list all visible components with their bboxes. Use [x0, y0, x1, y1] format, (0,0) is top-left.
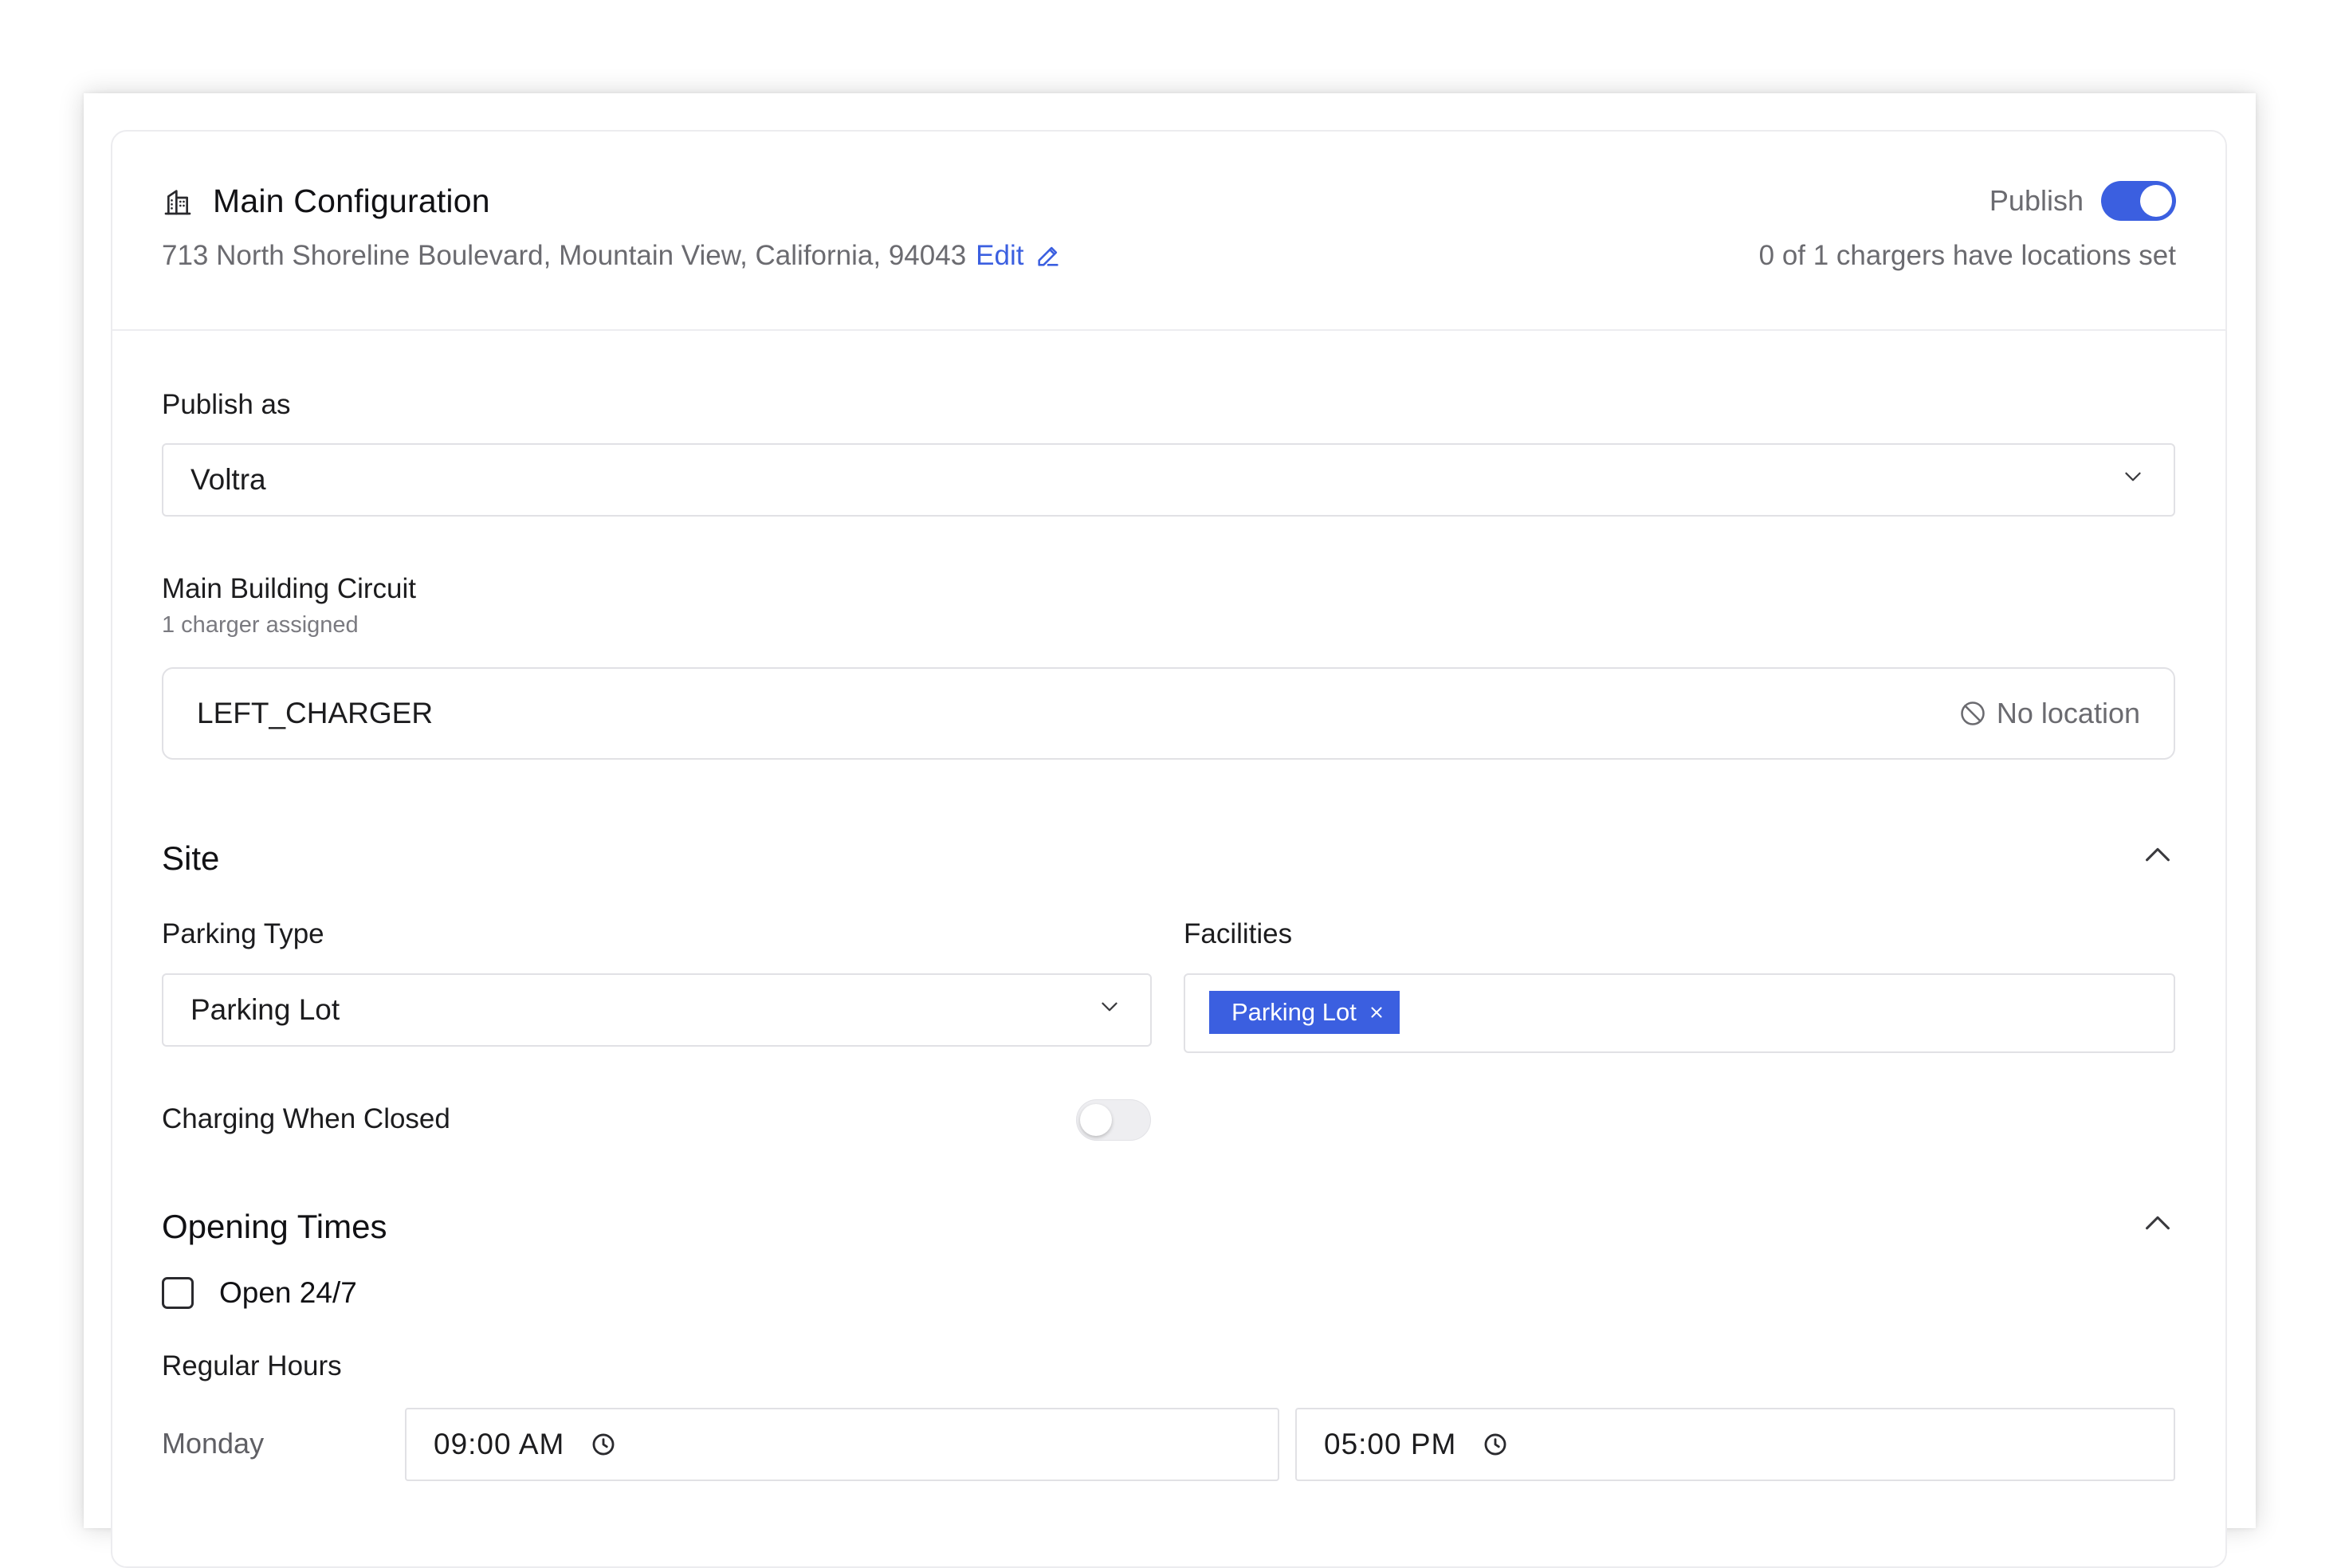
monday-close-time-input[interactable]: 05:00 PM — [1295, 1408, 2175, 1481]
chevron-up-icon — [2139, 837, 2176, 878]
settings-window: Main Configuration 713 North Shoreline B… — [84, 93, 2256, 1568]
opening-times-section-title: Opening Times — [162, 1208, 387, 1245]
parking-type-select[interactable]: Parking Lot — [162, 973, 1152, 1047]
monday-open-time-input[interactable]: 09:00 AM — [405, 1408, 1279, 1481]
publish-row: Publish — [1989, 181, 2176, 221]
building-icon — [162, 186, 194, 218]
charging-when-closed-toggle[interactable] — [1076, 1099, 1151, 1141]
chevron-down-icon — [2119, 463, 2147, 497]
charger-row[interactable]: LEFT_CHARGER No location — [162, 667, 2175, 760]
chevron-down-icon — [1096, 993, 1123, 1028]
page-title: Main Configuration — [213, 183, 490, 219]
parking-type-label: Parking Type — [162, 918, 324, 949]
toggle-knob — [2140, 185, 2172, 217]
edit-address-link[interactable]: Edit — [976, 240, 1023, 272]
day-label-monday: Monday — [162, 1427, 265, 1460]
configuration-card: Main Configuration 713 North Shoreline B… — [111, 130, 2227, 1568]
chevron-up-icon — [2139, 1205, 2176, 1246]
location-status: No location — [1958, 697, 2140, 730]
site-collapse-button[interactable] — [2139, 839, 2176, 875]
open-time-value: 09:00 AM — [434, 1428, 565, 1460]
regular-hours-label: Regular Hours — [162, 1350, 342, 1381]
address-row: 713 North Shoreline Boulevard, Mountain … — [162, 240, 1062, 272]
publish-as-select[interactable]: Voltra — [162, 443, 2175, 517]
chargers-location-status: 0 of 1 chargers have locations set — [1758, 240, 2176, 271]
site-address: 713 North Shoreline Boulevard, Mountain … — [162, 240, 967, 271]
close-time-value: 05:00 PM — [1324, 1428, 1457, 1460]
circuit-charger-count: 1 charger assigned — [162, 612, 359, 638]
publish-label: Publish — [1989, 184, 2084, 217]
title-row: Main Configuration — [162, 183, 490, 220]
close-icon[interactable] — [1368, 1004, 1385, 1021]
card-header: Main Configuration 713 North Shoreline B… — [112, 132, 2225, 331]
facility-tag: Parking Lot — [1209, 991, 1400, 1034]
location-status-text: No location — [1996, 697, 2140, 729]
publish-as-value: Voltra — [191, 463, 266, 496]
facilities-label: Facilities — [1184, 918, 1293, 949]
charging-when-closed-label: Charging When Closed — [162, 1103, 450, 1134]
publish-toggle[interactable] — [2101, 181, 2176, 221]
toggle-knob — [1080, 1104, 1112, 1136]
publish-as-label: Publish as — [162, 389, 291, 420]
charger-name: LEFT_CHARGER — [197, 697, 434, 729]
pencil-icon[interactable] — [1035, 242, 1062, 269]
facility-tag-label: Parking Lot — [1231, 998, 1357, 1026]
open-24-7-label: Open 24/7 — [219, 1276, 357, 1309]
open-24-7-checkbox[interactable] — [162, 1277, 194, 1309]
ban-icon — [1958, 699, 1987, 728]
parking-type-value: Parking Lot — [191, 993, 340, 1026]
site-section-title: Site — [162, 839, 220, 877]
circuit-label: Main Building Circuit — [162, 573, 417, 604]
opening-times-collapse-button[interactable] — [2139, 1207, 2176, 1244]
facilities-multiselect[interactable]: Parking Lot — [1184, 973, 2175, 1053]
clock-icon[interactable] — [590, 1431, 617, 1458]
clock-icon[interactable] — [1482, 1431, 1509, 1458]
